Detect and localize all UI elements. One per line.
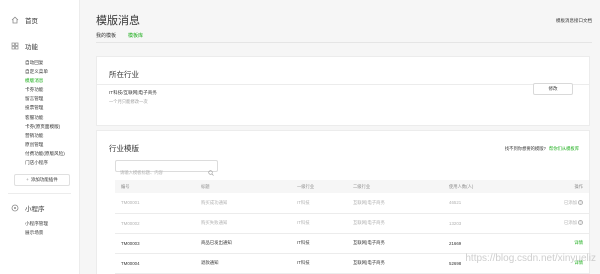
add-plugin-label: 添加功能插件: [30, 177, 58, 183]
sidebar-item[interactable]: 小程序管理: [0, 219, 79, 228]
sidebar-item[interactable]: 留言管理: [0, 94, 79, 103]
page-title: 模版消息: [96, 15, 140, 27]
sidebar-item[interactable]: 门店小程序: [0, 158, 79, 167]
nav-function-label: 功能: [25, 44, 38, 51]
home-icon: [11, 16, 19, 24]
nav-function[interactable]: 功能: [0, 38, 79, 54]
watermark: https://blog.csdn.net/xinyueliz: [465, 253, 596, 264]
sidebar-item-active[interactable]: 模版消息: [0, 76, 79, 85]
sidebar-divider: [8, 193, 71, 195]
cell-id: TM00004: [115, 253, 195, 274]
cell-users: 21669: [443, 233, 535, 254]
column-header: 一级行业: [291, 180, 347, 193]
sidebar-item[interactable]: 自定义菜单: [0, 67, 79, 76]
cell-secondary-industry: 互联网|电子商务: [347, 193, 443, 214]
search-icon[interactable]: [208, 163, 214, 176]
industry-card: 所在行业 IT科技/互联网|电子商务 一个月只能修改一次 修改: [96, 56, 590, 126]
cell-action: 详情: [535, 233, 589, 254]
nav-home-label: 首页: [25, 18, 38, 25]
tab-underline: [96, 42, 592, 43]
cell-id: TM00001: [115, 193, 195, 214]
sidebar-item[interactable]: 客服功能: [0, 113, 79, 122]
table-row: TM00002 购买失败通知 IT科技 互联网|电子商务 13203 已添加?: [115, 213, 589, 234]
industry-note: 一个月只能修改一次: [109, 99, 148, 104]
added-label: 已添加: [563, 199, 577, 205]
cell-secondary-industry: 互联网|电子商务: [347, 233, 443, 254]
detail-link[interactable]: 详情: [574, 240, 583, 245]
cell-title: 购买失败通知: [195, 213, 291, 234]
cell-title: 购买成功通知: [195, 193, 291, 214]
cell-primary-industry: IT科技: [291, 233, 347, 254]
column-header: 编号: [115, 180, 195, 193]
miniprogram-icon: [11, 204, 19, 212]
sidebar: 首页 功能 自动回复 自定义菜单 模版消息 卡券功能 留言管理 投票管理 客服功…: [0, 0, 80, 274]
sidebar-item[interactable]: 付费功能(原版风险): [0, 149, 79, 158]
column-header: 使用人数(人): [443, 180, 535, 193]
main-content: 模版消息 模板消息接口文档 我的模板 模板库 所在行业 IT科技/互联网|电子商…: [80, 0, 600, 274]
cell-users: 46521: [443, 193, 535, 214]
search-box: [115, 160, 218, 178]
nav-home[interactable]: 首页: [0, 12, 79, 28]
cell-secondary-industry: 互联网|电子商务: [347, 213, 443, 234]
table-row: TM00003 商品已发出通知 IT科技 互联网|电子商务 21669 详情: [115, 233, 589, 254]
column-header: 标题: [195, 180, 291, 193]
sidebar-item[interactable]: 自动回复: [0, 58, 79, 67]
table-header-row: 编号 标题 一级行业 二级行业 使用人数(人) 操作: [115, 180, 589, 193]
column-header: 操作: [535, 180, 589, 193]
industry-value: IT科技/互联网|电子商务: [109, 90, 157, 95]
function-submenu: 自动回复 自定义菜单 模版消息 卡券功能 留言管理 投票管理 客服功能 卡券(原…: [0, 58, 79, 167]
cell-primary-industry: IT科技: [291, 193, 347, 214]
add-plugin-button[interactable]: + 添加功能插件: [14, 174, 70, 187]
search-input[interactable]: [120, 167, 206, 178]
added-label: 已添加: [563, 220, 577, 225]
sidebar-item[interactable]: 投票管理: [0, 103, 79, 112]
cell-id: TM00003: [115, 233, 195, 254]
nav-miniprogram[interactable]: 小程序: [0, 200, 79, 216]
sidebar-item[interactable]: 卡券(原页面模版): [0, 122, 79, 131]
cell-primary-industry: IT科技: [291, 213, 347, 234]
library-heading: 行业模版: [109, 144, 139, 153]
cell-title: 退款通知: [195, 253, 291, 274]
cell-secondary-industry: 互联网|电子商务: [347, 253, 443, 274]
cell-users: 13203: [443, 213, 535, 234]
grid-icon: [11, 42, 19, 50]
sidebar-item[interactable]: 卡券功能: [0, 85, 79, 94]
modify-button[interactable]: 修改: [533, 83, 573, 95]
question-icon[interactable]: ?: [578, 200, 583, 206]
miniprogram-submenu: 小程序管理 展示场景: [0, 219, 79, 237]
cell-title: 商品已发出通知: [195, 233, 291, 254]
cell-action: 已添加?: [535, 193, 589, 214]
sidebar-item[interactable]: 展示场景: [0, 228, 79, 237]
library-help: 找不到你想要的模版? 帮你们从模板库: [505, 146, 579, 152]
library-help-text: 找不到你想要的模版?: [504, 146, 546, 151]
plus-icon: +: [26, 177, 29, 183]
industry-heading: 所在行业: [109, 70, 139, 79]
cell-id: TM00002: [115, 213, 195, 234]
table-row: TM00001 购买成功通知 IT科技 互联网|电子商务 46521 已添加?: [115, 193, 589, 214]
industry-divider: [97, 84, 589, 85]
nav-miniprogram-label: 小程序: [25, 206, 45, 214]
sidebar-item[interactable]: 营销功能: [0, 131, 79, 140]
cell-action: 已添加?: [535, 213, 589, 234]
column-header: 二级行业: [347, 180, 443, 193]
api-doc-link[interactable]: 模板消息接口文档: [556, 18, 592, 24]
cell-primary-industry: IT科技: [291, 253, 347, 274]
sidebar-item[interactable]: 原创管理: [0, 140, 79, 149]
question-icon[interactable]: ?: [578, 220, 583, 226]
library-help-link[interactable]: 帮你们从模板库: [549, 146, 579, 151]
